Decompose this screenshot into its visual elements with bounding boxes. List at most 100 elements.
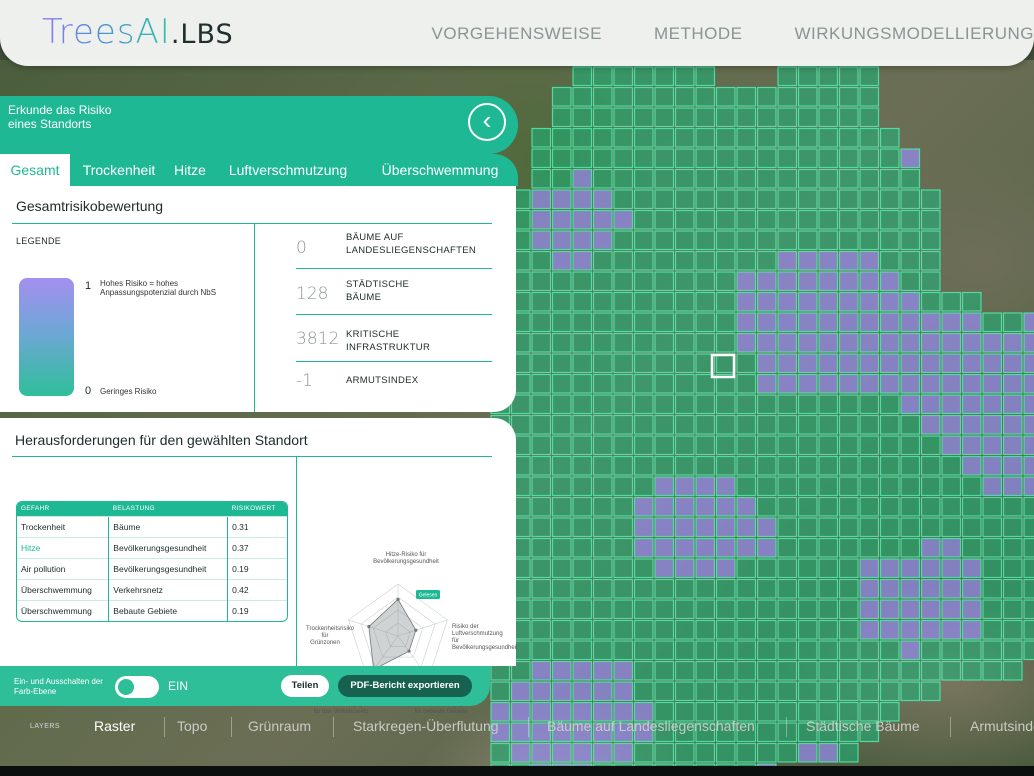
grid-cell xyxy=(613,599,634,620)
grid-cell xyxy=(531,312,552,333)
grid-cell xyxy=(592,312,613,333)
grid-cell xyxy=(879,373,900,394)
grid-cell xyxy=(777,394,798,415)
grid-cell xyxy=(551,681,572,702)
grid-cell xyxy=(551,86,572,107)
radar-point xyxy=(367,624,371,629)
grid-cell xyxy=(900,435,921,456)
nav-vorgehensweise[interactable]: VORGEHENSWEISE xyxy=(432,24,602,44)
layer-landesbaeume[interactable]: Bäume auf Landesliegenschaften xyxy=(547,718,755,734)
radar-point xyxy=(396,597,400,602)
table-row[interactable]: Trockenheit Bäume 0.31 xyxy=(17,515,287,537)
radar-point xyxy=(414,628,418,632)
tab-hitze[interactable]: Hitze xyxy=(168,154,212,186)
grid-cell xyxy=(551,353,572,374)
grid-cell xyxy=(654,599,675,620)
divider xyxy=(12,456,492,457)
grid-cell xyxy=(592,496,613,517)
grid-cell xyxy=(654,742,675,763)
grid-cell xyxy=(797,312,818,333)
divider xyxy=(296,268,492,269)
tab-gesamt[interactable]: Gesamt xyxy=(0,154,70,186)
layer-raster[interactable]: Raster xyxy=(94,718,135,734)
grid-cell xyxy=(531,681,552,702)
grid-cell xyxy=(961,455,982,476)
column-header: GEFAHR xyxy=(17,502,109,516)
grid-cell xyxy=(859,517,880,538)
layer-armutsindex[interactable]: Armutsindex xyxy=(970,718,1034,734)
layer-topo[interactable]: Topo xyxy=(177,718,207,734)
grid-cell xyxy=(797,209,818,230)
grid-cell xyxy=(674,619,695,640)
grid-cell xyxy=(818,230,839,251)
grid-cell xyxy=(818,271,839,292)
back-button[interactable]: ‹ xyxy=(468,103,506,141)
layer-starkregen[interactable]: Starkregen-Überflutung xyxy=(353,718,499,734)
grid-cell xyxy=(838,578,859,599)
grid-cell xyxy=(756,291,777,312)
table-row[interactable]: Überschwemmung Bebaute Gebiete 0.19 xyxy=(17,599,287,621)
grid-cell xyxy=(982,332,1003,353)
grid-cell xyxy=(900,291,921,312)
grid-cell xyxy=(592,66,613,87)
grid-cell xyxy=(572,168,593,189)
grid-cell xyxy=(797,107,818,128)
grid-cell xyxy=(695,681,716,702)
grid-cell xyxy=(777,414,798,435)
grid-cell xyxy=(859,230,880,251)
grid-cell xyxy=(736,640,757,661)
grid-cell xyxy=(982,640,1003,661)
grid-cell xyxy=(838,66,859,87)
logo[interactable]: TreesAI.LBS xyxy=(42,12,234,52)
grid-cell xyxy=(633,312,654,333)
grid-cell xyxy=(510,681,531,702)
grid-cell xyxy=(551,250,572,271)
grid-cell xyxy=(777,455,798,476)
tab-trockenheit[interactable]: Trockenheit xyxy=(76,154,162,186)
radar-label-drought: Trockenheitsrisiko für Grünzonen xyxy=(306,626,355,646)
grid-cell xyxy=(654,619,675,640)
grid-cell xyxy=(961,291,982,312)
grid-cell xyxy=(900,271,921,292)
grid-cell xyxy=(941,373,962,394)
table-row[interactable]: Überschwemmung Verkehrsnetz 0.42 xyxy=(17,578,287,600)
grid-cell xyxy=(941,353,962,374)
grid-cell xyxy=(756,332,777,353)
grid-cell xyxy=(1002,455,1023,476)
grid-cell xyxy=(879,435,900,456)
grid-cell xyxy=(674,414,695,435)
nav-methode[interactable]: METHODE xyxy=(654,24,743,44)
share-button[interactable]: Teilen xyxy=(281,675,329,697)
divider xyxy=(164,717,165,737)
grid-cell xyxy=(1023,558,1034,579)
grid-cell xyxy=(797,742,818,763)
layer-staedtische-baeume[interactable]: Städtische Bäume xyxy=(806,718,920,734)
grid-cell xyxy=(715,312,736,333)
table-row[interactable]: Air pollution Bevölkerungsgesundheit 0.1… xyxy=(17,557,287,579)
grid-cell xyxy=(572,578,593,599)
grid-cell xyxy=(859,599,880,620)
table-cell: Verkehrsnetz xyxy=(108,578,228,600)
color-layer-toggle[interactable] xyxy=(115,676,159,698)
tab-luftverschmutzung[interactable]: Luftverschmutzung xyxy=(218,154,358,186)
layer-gruenraum[interactable]: Grünraum xyxy=(248,718,311,734)
grid-cell xyxy=(756,271,777,292)
grid-cell xyxy=(777,578,798,599)
grid-cell xyxy=(900,599,921,620)
grid-cell xyxy=(900,168,921,189)
export-pdf-button[interactable]: PDF-Bericht exportieren xyxy=(338,675,472,697)
grid-cell xyxy=(838,168,859,189)
table-row[interactable]: Hitze Bevölkerungsgesundheit 0.37 xyxy=(17,536,287,558)
grid-cell xyxy=(715,209,736,230)
grid-cell xyxy=(736,599,757,620)
grid-cell xyxy=(531,353,552,374)
grid-cell xyxy=(572,619,593,640)
tab-ueberschwemmung[interactable]: Überschwemmung xyxy=(372,154,508,186)
grid-cell xyxy=(838,127,859,148)
nav-wirkungsmodellierung[interactable]: WIRKUNGSMODELLIERUNG xyxy=(794,24,1034,44)
grid-cell xyxy=(592,599,613,620)
grid-cell xyxy=(736,517,757,538)
grid-cell xyxy=(551,435,572,456)
grid-cell xyxy=(633,619,654,640)
grid-cell xyxy=(531,660,552,681)
